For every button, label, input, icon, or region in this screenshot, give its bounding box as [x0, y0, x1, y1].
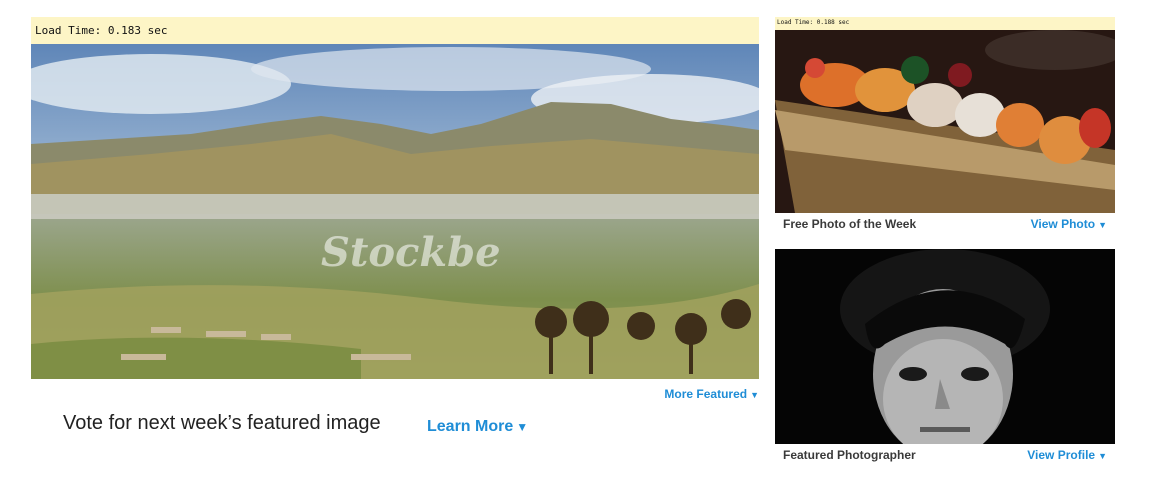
free-photo-caption: Free Photo of the Week: [783, 217, 917, 231]
view-profile-link[interactable]: View Profile ▼: [1027, 445, 1107, 466]
learn-more-link[interactable]: Learn More ▼: [427, 418, 528, 436]
view-profile-label: View Profile: [1027, 448, 1096, 462]
free-photo-image[interactable]: [775, 30, 1115, 213]
portrait-image: [775, 249, 1115, 444]
side-load-time-text: Load Time: 0.188 sec: [777, 19, 850, 26]
view-photo-link[interactable]: View Photo ▼: [1031, 214, 1107, 235]
learn-more-label: Learn More: [427, 418, 514, 435]
vote-text: Vote for next week’s featured image: [63, 412, 381, 434]
triangle-down-icon: ▼: [516, 420, 529, 434]
sushi-boat-image: [775, 30, 1115, 213]
featured-photographer-image[interactable]: [775, 249, 1115, 444]
landscape-image: [31, 44, 759, 379]
free-photo-caption-row: Free Photo of the Week View Photo ▼: [775, 214, 1115, 234]
featured-photographer-caption-row: Featured Photographer View Profile ▼: [775, 445, 1115, 465]
load-time-text: Load Time: 0.183 sec: [35, 24, 168, 37]
featured-image[interactable]: Stockbe: [31, 44, 759, 379]
watermark: Stockbe: [321, 229, 501, 276]
featured-photographer-caption: Featured Photographer: [783, 448, 916, 462]
more-featured-label: More Featured: [664, 387, 748, 401]
side-load-time-bar: Load Time: 0.188 sec: [775, 17, 1115, 30]
triangle-down-icon: ▼: [750, 390, 759, 400]
triangle-down-icon: ▼: [1098, 220, 1107, 230]
more-featured-link[interactable]: More Featured ▼: [664, 387, 759, 401]
triangle-down-icon: ▼: [1098, 451, 1107, 461]
view-photo-label: View Photo: [1030, 217, 1096, 231]
load-time-bar: Load Time: 0.183 sec: [31, 17, 759, 44]
